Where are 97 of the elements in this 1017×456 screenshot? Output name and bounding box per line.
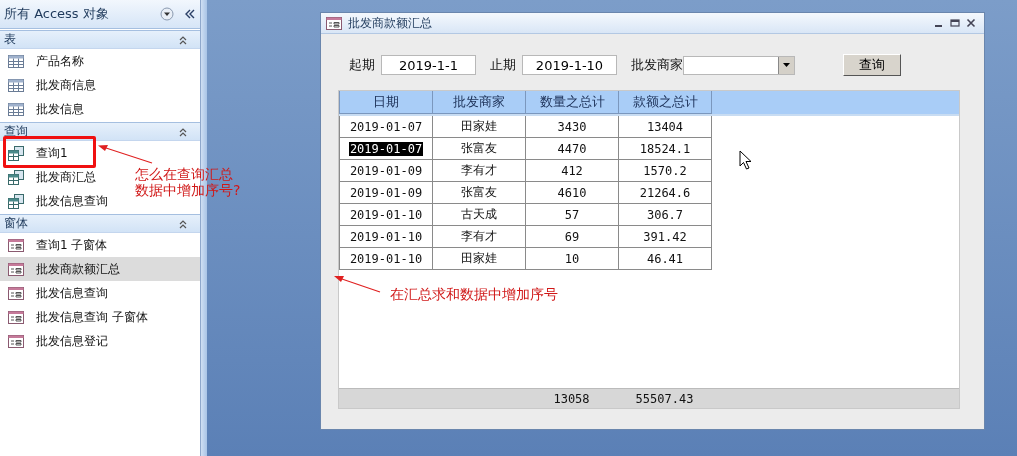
- item-label: 产品名称: [36, 52, 84, 70]
- item-label: 批发信息登记: [36, 332, 108, 350]
- nav-item[interactable]: 批发商汇总: [0, 165, 100, 189]
- table-cell: 张富友: [433, 138, 526, 160]
- item-label: 批发商款额汇总: [36, 260, 120, 278]
- nav-item[interactable]: 批发信息登记: [0, 329, 112, 353]
- form-icon: [8, 286, 24, 300]
- pointer-icon: [739, 150, 753, 170]
- table-cell: 2019-01-10: [348, 207, 424, 222]
- group-label: 查询: [4, 123, 28, 140]
- table-cell: 2019-01-09: [348, 163, 424, 178]
- query-icon: [8, 169, 24, 185]
- nav-item[interactable]: 批发信息查询: [0, 189, 112, 213]
- item-label: 批发信息: [36, 100, 84, 118]
- nav-item[interactable]: 批发信息查询 子窗体: [0, 305, 152, 329]
- query-button[interactable]: 查询: [843, 54, 901, 76]
- form-icon: [326, 16, 342, 30]
- table-cell: 1570.2: [619, 160, 712, 182]
- group-label: 窗体: [4, 215, 28, 232]
- table-cell: 391.42: [619, 226, 712, 248]
- group-header[interactable]: 查询: [0, 122, 200, 141]
- item-label: 批发信息查询 子窗体: [36, 308, 148, 326]
- form-icon: [8, 238, 24, 252]
- table-cell: 4470: [526, 138, 619, 160]
- table-cell: 4610: [526, 182, 619, 204]
- table-icon: [8, 78, 24, 92]
- form-icon: [8, 310, 24, 324]
- table-cell: 69: [526, 226, 619, 248]
- column-header[interactable]: 批发商家: [433, 91, 526, 114]
- nav-item[interactable]: 产品名称: [0, 49, 88, 73]
- annotation-arrow: [97, 143, 153, 165]
- item-label: 查询1: [36, 144, 68, 162]
- query-icon: [8, 145, 24, 161]
- caret-icon[interactable]: [783, 63, 790, 67]
- table-cell: 18524.1: [619, 138, 712, 160]
- group-header[interactable]: 表: [0, 30, 200, 49]
- total-value: 55507.43: [634, 391, 695, 406]
- annotation-arrow: [333, 274, 381, 294]
- table-cell: 10: [526, 248, 619, 270]
- table-icon: [8, 54, 24, 68]
- annotation-text: 怎么在查询汇总: [135, 166, 234, 182]
- collapse-icon[interactable]: [178, 126, 188, 137]
- nav-item[interactable]: 批发信息查询: [0, 281, 112, 305]
- column-header[interactable]: 日期: [339, 91, 433, 114]
- column-header[interactable]: 款额之总计: [619, 91, 712, 114]
- table-cell: 57: [526, 204, 619, 226]
- table-cell: 2019-01-09: [348, 185, 424, 200]
- table-cell: 412: [526, 160, 619, 182]
- table-cell: 46.41: [619, 248, 712, 270]
- query-icon: [8, 193, 24, 209]
- table-cell: 2019-01-10: [348, 229, 424, 244]
- collapse-icon[interactable]: [178, 218, 188, 229]
- collapse-pane-icon[interactable]: [184, 8, 196, 20]
- nav-item[interactable]: 批发商信息: [0, 73, 100, 97]
- table-cell: 3430: [526, 116, 619, 138]
- item-label: 批发信息查询: [36, 284, 108, 302]
- table-cell: 2019-01-10: [348, 251, 424, 266]
- field-label: 起期: [349, 56, 375, 74]
- collapse-icon[interactable]: [178, 34, 188, 45]
- table-cell: 2019-01-07: [348, 141, 424, 156]
- table-cell: 田家娃: [433, 248, 526, 270]
- window-title: 批发商款额汇总: [348, 14, 432, 32]
- group-header[interactable]: 窗体: [0, 214, 200, 233]
- annotation-text: 在汇总求和数据中增加序号: [390, 286, 558, 304]
- form-icon: [8, 334, 24, 348]
- table-cell: 李有才: [433, 160, 526, 182]
- table-cell: 2019-01-07: [348, 119, 424, 134]
- nav-item[interactable]: 批发信息: [0, 97, 88, 121]
- form-icon: [8, 262, 24, 276]
- table-cell: 13404: [619, 116, 712, 138]
- field-label: 批发商家: [631, 56, 683, 74]
- annotation-text: 数据中增加序号?: [135, 182, 241, 198]
- table-cell: 古天成: [433, 204, 526, 226]
- nav-item[interactable]: 批发商款额汇总: [0, 257, 200, 281]
- dropdown-icon[interactable]: [160, 7, 174, 21]
- input-field[interactable]: 2019-1-1: [381, 55, 476, 75]
- table-cell: 张富友: [433, 182, 526, 204]
- item-label: 批发商信息: [36, 76, 96, 94]
- field-label: 止期: [490, 56, 516, 74]
- total-value: 13058: [552, 391, 591, 406]
- column-header[interactable]: 数量之总计: [526, 91, 619, 114]
- item-label: 查询1 子窗体: [36, 236, 108, 254]
- table-cell: 306.7: [619, 204, 712, 226]
- pane-title: 所有 Access 对象: [4, 5, 110, 23]
- nav-item[interactable]: 查询1: [0, 141, 72, 165]
- table-cell: 李有才: [433, 226, 526, 248]
- nav-item[interactable]: 查询1 子窗体: [0, 233, 112, 257]
- maximize-icon[interactable]: [950, 18, 960, 28]
- table-cell: 21264.6: [619, 182, 712, 204]
- group-label: 表: [4, 31, 16, 48]
- dropdown-field[interactable]: [683, 55, 795, 75]
- table-icon: [8, 102, 24, 116]
- item-label: 批发信息查询: [36, 192, 108, 210]
- table-cell: 田家娃: [433, 116, 526, 138]
- close-icon[interactable]: [966, 18, 976, 28]
- item-label: 批发商汇总: [36, 168, 96, 186]
- input-field[interactable]: 2019-1-10: [522, 55, 617, 75]
